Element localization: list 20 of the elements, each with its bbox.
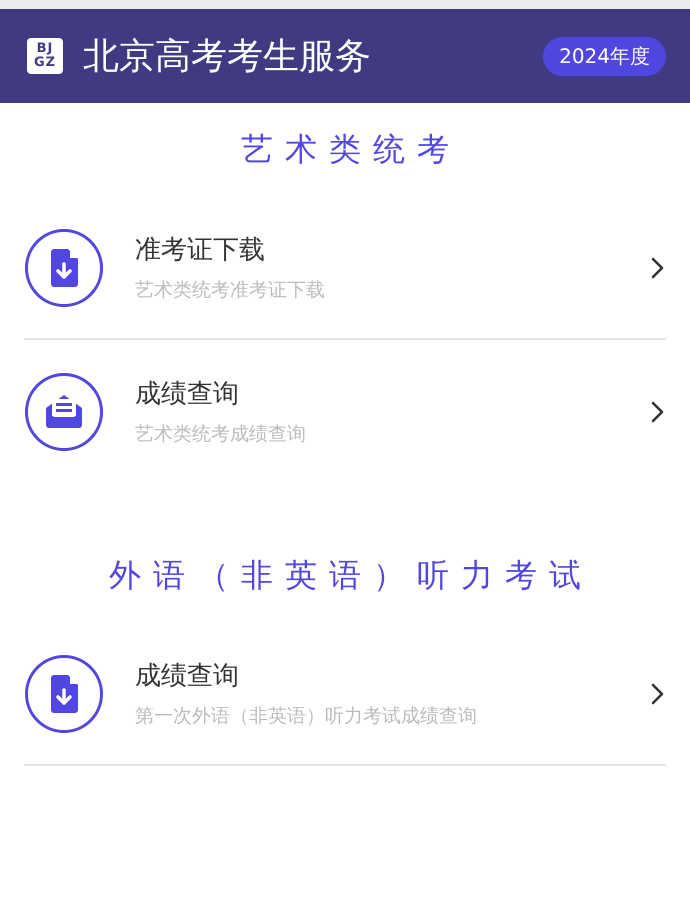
- chevron-right-icon: [650, 256, 664, 280]
- mail-icon: [24, 372, 104, 452]
- item-description: 第一次外语（非英语）听力考试成绩查询: [135, 704, 478, 729]
- file-download-icon: [24, 654, 104, 734]
- item-title: 成绩查询: [135, 378, 240, 411]
- logo-icon: BJ GZ: [27, 38, 63, 74]
- item-title: 准考证下载: [135, 234, 266, 267]
- app-title: 北京高考考生服务: [83, 34, 372, 78]
- section-title: 外语（非英语）听力考试: [108, 555, 594, 596]
- section-title: 艺术类统考: [240, 129, 462, 170]
- item-description: 艺术类统考准考证下载: [135, 278, 326, 303]
- year-badge: 2024年度: [543, 36, 666, 76]
- chevron-right-icon: [650, 682, 664, 706]
- menu-item[interactable]: 成绩查询 第一次外语（非英语）听力考试成绩查询: [24, 623, 666, 766]
- chevron-right-icon: [650, 400, 664, 424]
- item-title: 成绩查询: [135, 660, 240, 693]
- item-description: 艺术类统考成绩查询: [135, 422, 307, 447]
- menu-item[interactable]: 成绩查询 艺术类统考成绩查询: [24, 340, 666, 483]
- menu-item[interactable]: 准考证下载 艺术类统考准考证下载: [24, 197, 666, 340]
- file-download-icon: [24, 228, 104, 308]
